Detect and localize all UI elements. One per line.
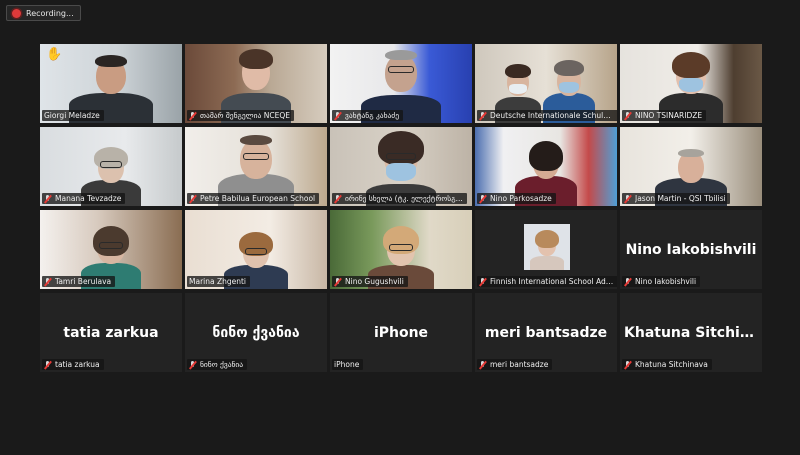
- participant-display-name: Nino Iakobishvili: [625, 242, 757, 258]
- name-label: Nino Parkosadze: [477, 193, 556, 204]
- mic-muted-icon: [479, 111, 487, 120]
- participant-tile[interactable]: Nino Parkosadze: [475, 127, 617, 206]
- participant-tile[interactable]: Marina Zhgenti: [185, 210, 327, 289]
- participant-tile[interactable]: iPhone iPhone: [330, 293, 472, 372]
- name-label: meri bantsadze: [477, 359, 553, 370]
- participant-tile[interactable]: Khatuna Sitchin... Khatuna Sitchinava: [620, 293, 762, 372]
- name-label: Marina Zhgenti: [187, 276, 251, 287]
- name-label: tatia zarkua: [42, 359, 104, 370]
- raised-hand-icon: ✋: [46, 47, 63, 62]
- record-icon: [12, 8, 21, 18]
- name-label: iPhone: [332, 359, 364, 370]
- name-label: Deutsche Internationale Schule T...: [477, 110, 617, 121]
- participant-display-name: meri bantsadze: [484, 325, 608, 341]
- participant-display-name: Khatuna Sitchin...: [624, 325, 762, 341]
- mic-muted-icon: [334, 194, 342, 203]
- participant-tile[interactable]: Petre Babilua European School: [185, 127, 327, 206]
- profile-photo: [524, 224, 570, 270]
- participant-tile[interactable]: თამარ შენგელია NCEQE: [185, 44, 327, 123]
- name-label: Finnish International School Admi...: [477, 276, 617, 287]
- participant-display-name: iPhone: [373, 325, 429, 341]
- participant-display-name: ნინო ქვანია: [212, 325, 300, 341]
- name-label: ნინო ქვანია: [187, 359, 248, 370]
- participant-tile[interactable]: Nino Gugushvili: [330, 210, 472, 289]
- recording-label: Recording...: [26, 8, 74, 18]
- participant-tile[interactable]: Jason Martin - QSI Tbilisi: [620, 127, 762, 206]
- name-label: Manana Tevzadze: [42, 193, 126, 204]
- mic-muted-icon: [624, 194, 632, 203]
- recording-indicator[interactable]: Recording...: [6, 5, 81, 21]
- mic-muted-icon: [624, 360, 632, 369]
- mic-muted-icon: [44, 194, 52, 203]
- mic-muted-icon: [479, 194, 487, 203]
- name-label: Jason Martin - QSI Tbilisi: [622, 193, 730, 204]
- name-label: თამარ შენგელია NCEQE: [187, 110, 294, 121]
- name-label: Nino Gugushvili: [332, 276, 408, 287]
- mic-muted-icon: [479, 360, 487, 369]
- mic-muted-icon: [44, 277, 52, 286]
- participant-tile[interactable]: NINO TSINARIDZE: [620, 44, 762, 123]
- participant-tile[interactable]: Tamri Berulava: [40, 210, 182, 289]
- mic-muted-icon: [334, 111, 342, 120]
- name-label: Petre Babilua European School: [187, 193, 320, 204]
- participant-tile[interactable]: ნინო ქვანია ნინო ქვანია: [185, 293, 327, 372]
- name-label: Nino Iakobishvili: [622, 276, 701, 287]
- participant-tile[interactable]: Finnish International School Admi...: [475, 210, 617, 289]
- name-label: Khatuna Sitchinava: [622, 359, 712, 370]
- mic-muted-icon: [189, 194, 197, 203]
- participant-tile[interactable]: tatia zarkua tatia zarkua: [40, 293, 182, 372]
- participant-tile[interactable]: Deutsche Internationale Schule T...: [475, 44, 617, 123]
- participant-tile[interactable]: ✋ Giorgi Meladze: [40, 44, 182, 123]
- mic-muted-icon: [44, 360, 52, 369]
- participant-tile[interactable]: meri bantsadze meri bantsadze: [475, 293, 617, 372]
- name-label: NINO TSINARIDZE: [622, 110, 707, 121]
- participant-tile[interactable]: ირინე სხელა (ტკ. ელექტროსგ...: [330, 127, 472, 206]
- gallery-grid: ✋ Giorgi Meladze თამარ შენგელია NCEQE ვა…: [40, 44, 762, 455]
- name-label: Giorgi Meladze: [42, 110, 104, 121]
- mic-muted-icon: [189, 360, 197, 369]
- name-label: ვახტანგ კახაძე: [332, 110, 404, 121]
- mic-muted-icon: [624, 277, 632, 286]
- mic-muted-icon: [334, 277, 342, 286]
- name-label: Tamri Berulava: [42, 276, 116, 287]
- mic-muted-icon: [479, 277, 487, 286]
- participant-tile[interactable]: ვახტანგ კახაძე: [330, 44, 472, 123]
- participant-display-name: tatia zarkua: [63, 325, 159, 341]
- participant-tile[interactable]: Manana Tevzadze: [40, 127, 182, 206]
- mic-muted-icon: [189, 111, 197, 120]
- participant-tile[interactable]: Nino Iakobishvili Nino Iakobishvili: [620, 210, 762, 289]
- mic-muted-icon: [624, 111, 632, 120]
- name-label: ირინე სხელა (ტკ. ელექტროსგ...: [332, 193, 467, 204]
